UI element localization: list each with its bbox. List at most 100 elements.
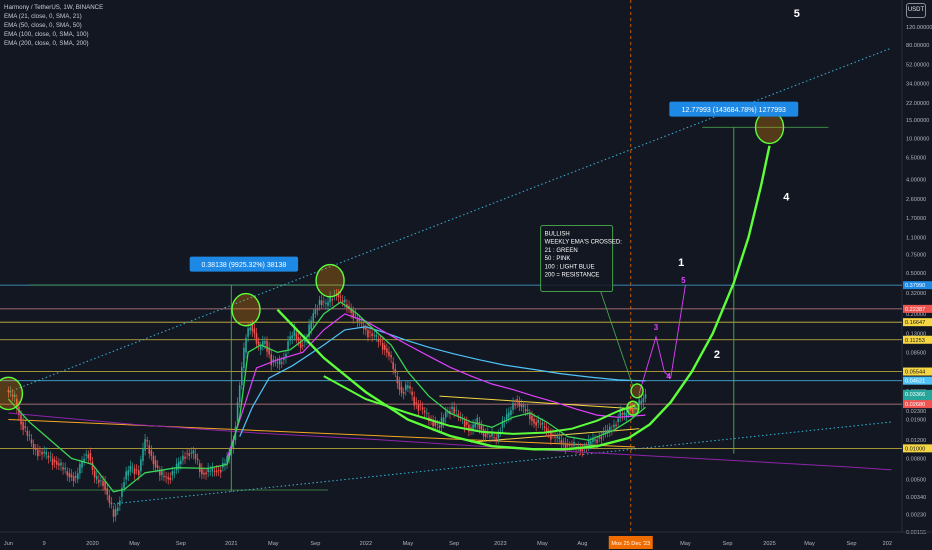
candle-body: [426, 412, 428, 414]
candle-body: [541, 422, 544, 425]
candle-body: [150, 450, 153, 456]
candle-body: [518, 401, 521, 407]
wave-label: 5: [794, 8, 800, 20]
candle-body: [407, 385, 409, 389]
candle-body: [535, 421, 537, 426]
y-tick-label: 15.00000: [906, 118, 929, 124]
candle-body: [276, 362, 279, 364]
candle-body: [344, 299, 346, 303]
wave-label: 4: [783, 192, 790, 204]
candle-body: [396, 376, 399, 384]
candle-body: [184, 456, 186, 459]
candle-body: [369, 331, 371, 333]
price-tag-text: 0.02680: [905, 402, 925, 408]
price-tag-text: 0.05544: [905, 370, 925, 376]
candle-body: [615, 424, 617, 427]
candle-body: [402, 392, 405, 394]
candle-body: [60, 462, 62, 466]
candle-body: [398, 381, 401, 390]
candle-body: [20, 414, 22, 425]
candle-body: [270, 354, 273, 366]
candle-body: [110, 502, 113, 505]
candle-body: [241, 367, 243, 386]
candle-body: [381, 342, 384, 350]
candle-body: [289, 336, 291, 341]
candle-body: [41, 451, 43, 455]
candle-body: [257, 341, 260, 346]
candle-body: [413, 396, 415, 406]
candle-body: [421, 407, 424, 410]
candle-body: [436, 423, 439, 425]
candle-body: [32, 443, 35, 450]
candle-body: [171, 471, 174, 476]
x-tick-label: 202: [883, 541, 892, 547]
y-tick-label: 0.01900: [906, 418, 926, 424]
candle-body: [156, 465, 159, 468]
upper-channel-line: [8, 47, 892, 393]
candle-body: [320, 300, 323, 306]
x-tick-label: May: [268, 541, 279, 547]
ema21-line: [7, 301, 646, 493]
candle-body: [367, 329, 369, 338]
candle-body: [100, 479, 102, 481]
candle-body: [95, 476, 98, 480]
symbol-title: Harmony / TetherUS, 1W, BINANCE: [4, 4, 104, 11]
candle-body: [45, 452, 48, 455]
candle-body: [112, 509, 115, 517]
candle-body: [196, 458, 199, 461]
price-tag-text: 0.16647: [905, 320, 925, 326]
candle-body: [108, 495, 111, 503]
candle-body: [312, 313, 315, 322]
candle-body: [175, 463, 178, 471]
candle-body: [116, 507, 119, 511]
candle-body: [301, 345, 304, 346]
y-tick-label: 52.00000: [906, 62, 929, 68]
y-tick-label: 6.50000: [906, 156, 926, 162]
price-chart[interactable]: 1 2 3 4 5 4 5 0.38138 (9925.32%) 38138 12.77993 …: [0, 0, 932, 550]
y-tick-label: 0.08500: [906, 350, 926, 356]
ema100-legend: EMA (100, close, 0, SMA, 100): [4, 31, 89, 38]
candle-body: [85, 454, 87, 456]
candle-body: [209, 471, 212, 473]
candle-body: [394, 369, 397, 373]
candle-body: [419, 405, 422, 407]
candle-body: [154, 460, 157, 468]
candle-body: [573, 441, 575, 447]
candle-body: [295, 333, 298, 339]
candle-body: [480, 425, 483, 430]
candle-body: [131, 467, 134, 469]
candle-body: [291, 335, 294, 339]
candle-body: [247, 328, 249, 337]
currency-scale-button[interactable]: USDT: [906, 3, 926, 18]
candle-body: [148, 445, 151, 454]
candle-body: [186, 453, 188, 454]
candle-body: [323, 301, 325, 303]
x-tick-label: May: [804, 541, 815, 547]
candle-body: [173, 471, 176, 473]
candle-body: [129, 465, 132, 472]
candle-body: [34, 448, 37, 450]
candle-body: [600, 436, 603, 440]
candle-body: [571, 445, 573, 447]
candle-body: [89, 453, 92, 461]
candle-body: [455, 410, 458, 411]
price-tag-text: 0.01000: [905, 446, 925, 452]
candle-body: [123, 482, 125, 489]
y-tick-label: 2.60000: [906, 197, 926, 203]
candle-body: [339, 296, 342, 298]
candle-body: [87, 454, 90, 459]
annotation-pointer: [600, 291, 634, 387]
candle-body: [566, 444, 569, 446]
candle-body: [274, 361, 277, 363]
highlight-circle: [231, 292, 261, 327]
y-tick-label: 0.00340: [906, 495, 926, 501]
candle-body: [217, 470, 220, 471]
candle-body: [77, 473, 79, 480]
candle-body: [524, 409, 527, 412]
y-tick-label: 22.00000: [906, 101, 929, 107]
wave-label: 4: [666, 372, 671, 381]
candle-body: [28, 435, 31, 436]
y-tick-label: 1.70000: [906, 216, 926, 222]
y-tick-label: 0.02300: [906, 409, 926, 415]
annotation-line: 50 : PINK: [545, 256, 571, 262]
